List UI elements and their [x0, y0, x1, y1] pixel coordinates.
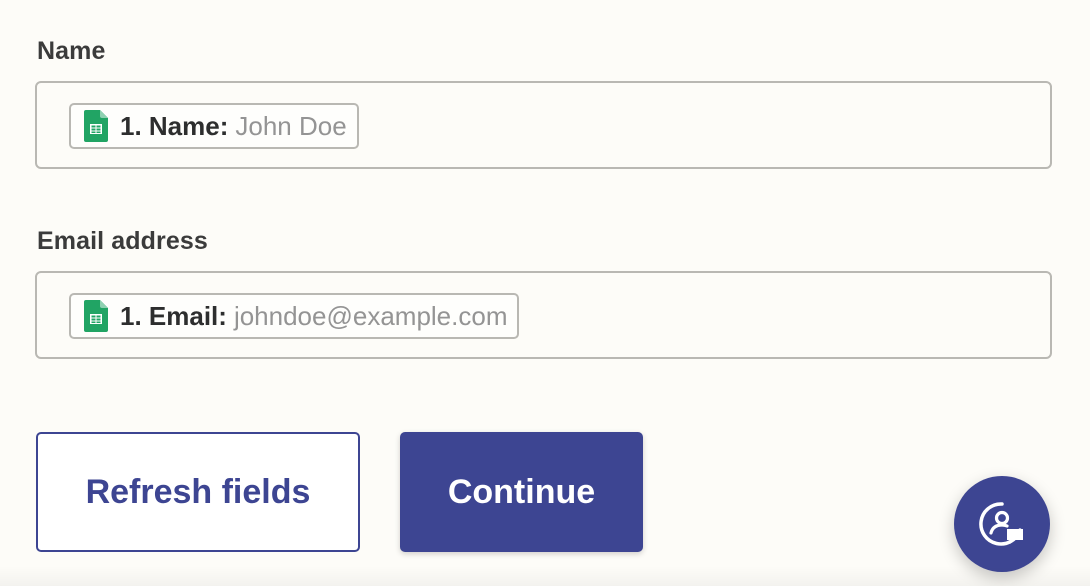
google-sheets-icon	[84, 300, 108, 332]
google-sheets-icon	[84, 110, 108, 142]
name-field-label: Name	[37, 37, 106, 65]
refresh-fields-button[interactable]: Refresh fields	[36, 432, 360, 552]
support-chat-button[interactable]	[954, 476, 1050, 572]
name-field-input[interactable]: 1. Name: John Doe	[35, 81, 1052, 169]
email-field-label: Email address	[37, 227, 208, 255]
name-mapped-token[interactable]: 1. Name: John Doe	[69, 103, 359, 149]
continue-button[interactable]: Continue	[400, 432, 643, 552]
email-field-input[interactable]: 1. Email: johndoe@example.com	[35, 271, 1052, 359]
email-mapped-token[interactable]: 1. Email: johndoe@example.com	[69, 293, 520, 339]
support-chat-icon	[979, 502, 1023, 546]
bottom-shadow	[0, 566, 1090, 586]
name-token-value: John Doe	[235, 110, 347, 141]
name-token-key: 1. Name:	[120, 110, 229, 141]
email-token-key: 1. Email:	[120, 300, 227, 331]
email-token-value: johndoe@example.com	[233, 300, 508, 331]
field-mapping-panel: Name 1. Name: John Doe Email address 1. …	[0, 0, 1090, 586]
